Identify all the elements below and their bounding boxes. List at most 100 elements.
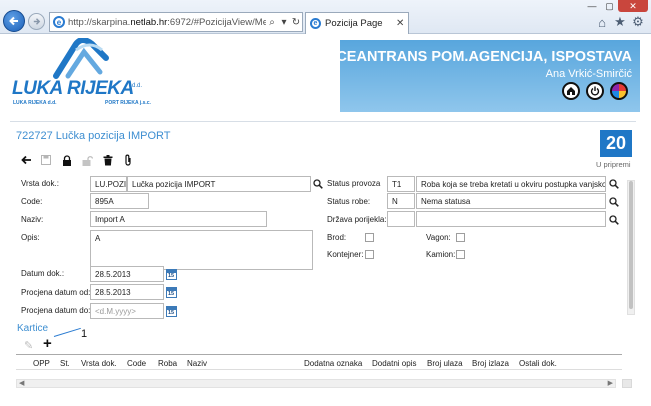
procjena-od-calendar-icon[interactable]: 15 <box>166 287 177 298</box>
status-provoza-value-field[interactable]: Roba koja se treba kretati u okviru post… <box>416 176 606 192</box>
column-header-dodatni-opis[interactable]: Dodatni opis <box>372 359 416 368</box>
naziv-label: Naziv: <box>21 215 44 224</box>
browser-back-button[interactable] <box>3 10 25 32</box>
procjena-do-field[interactable]: <d.M.yyyy> <box>90 303 164 319</box>
scrollbar-corner <box>622 379 632 388</box>
status-provoza-search-icon[interactable] <box>609 179 619 189</box>
kamion-label: Kamion: <box>426 250 456 259</box>
column-header-broj-izlaza[interactable]: Broj izlaza <box>472 359 509 368</box>
datum-dok-label: Datum dok.: <box>21 269 65 278</box>
page-title: 722727 Lučka pozicija IMPORT <box>16 130 171 142</box>
tab-close-icon[interactable]: ✕ <box>396 18 408 29</box>
search-icon[interactable]: ⌕ <box>266 17 278 28</box>
kontejner-checkbox[interactable] <box>365 250 374 259</box>
unlock-icon[interactable] <box>81 154 93 166</box>
logo-text-rijeka: RIJEKA <box>67 78 134 99</box>
logo-subtitle-right: PORT RIJEKA j.s.c. <box>105 100 151 106</box>
save-icon[interactable] <box>40 154 52 166</box>
forward-arrow-icon <box>33 18 41 25</box>
vagon-label: Vagon: <box>426 233 451 242</box>
add-plus-icon[interactable]: + <box>43 335 52 352</box>
ie-page-icon: e <box>53 16 65 28</box>
status-label: U pripremi <box>596 160 631 169</box>
kamion-checkbox[interactable] <box>456 250 465 259</box>
status-robe-search-icon[interactable] <box>609 197 619 207</box>
grid-horizontal-scrollbar[interactable]: ◀ ▶ <box>16 379 616 388</box>
window-minimize-button[interactable]: — <box>583 0 601 12</box>
opis-label: Opis: <box>21 233 40 242</box>
status-provoza-code-field[interactable]: T1 <box>387 176 415 192</box>
drzava-value-field[interactable] <box>416 211 606 227</box>
vrsta-dok-code-field[interactable]: LU.POZI <box>90 176 127 192</box>
column-header-dodatna-oznaka[interactable]: Dodatna oznaka <box>304 359 362 368</box>
kartice-grid-header: OPP St. Vrsta dok. Code Roba Naziv Dodat… <box>16 354 622 370</box>
status-robe-value-field[interactable]: Nema statusa <box>416 193 606 209</box>
drzava-code-field[interactable] <box>387 211 415 227</box>
back-arrow-icon[interactable] <box>20 154 32 166</box>
vrsta-dok-name-field[interactable]: Lučka pozicija IMPORT <box>127 176 311 192</box>
user-name[interactable]: Ana Vrkić-Smirčić <box>546 68 632 80</box>
column-header-vrsta-dok[interactable]: Vrsta dok. <box>81 359 117 368</box>
status-provoza-label: Status provoza <box>327 179 381 188</box>
window-maximize-button[interactable]: ▢ <box>601 0 618 12</box>
kontejner-label: Kontejner: <box>327 250 364 259</box>
column-header-naziv[interactable]: Naziv <box>187 359 207 368</box>
naziv-field[interactable]: Import A <box>90 211 267 227</box>
browser-home-icon[interactable]: ⌂ <box>595 15 609 30</box>
datum-dok-field[interactable]: 28.5.2013 <box>90 266 164 282</box>
drzava-label: Država porijekla: <box>327 215 387 224</box>
scrollbar-thumb[interactable] <box>629 181 633 309</box>
procjena-od-field[interactable]: 28.5.2013 <box>90 284 164 300</box>
drzava-search-icon[interactable] <box>609 215 619 225</box>
callout-number: 1 <box>81 328 88 340</box>
column-header-ostali-dok[interactable]: Ostali dok. <box>519 359 557 368</box>
browser-forward-button[interactable] <box>28 13 45 30</box>
status-robe-code-field[interactable]: N <box>387 193 415 209</box>
refresh-icon[interactable]: ↻ <box>290 17 302 28</box>
tab-title: Pozicija Page <box>325 18 383 29</box>
logo-text-luka: LUKA <box>12 78 63 99</box>
code-field[interactable]: 895A <box>90 193 149 209</box>
browser-tab[interactable]: e Pozicija Page ✕ <box>305 12 409 34</box>
home-button[interactable] <box>562 82 580 100</box>
opis-textarea[interactable]: A <box>90 230 313 270</box>
logout-button[interactable] <box>586 82 604 100</box>
agency-name: OCEANTRANS POM.AGENCIJA, ISPOSTAVA <box>325 49 632 65</box>
logo-subtitle-left: LUKA RIJEKA d.d. <box>13 100 57 106</box>
scroll-left-arrow-icon[interactable]: ◀ <box>19 379 24 387</box>
tab-ie-icon: e <box>310 18 321 29</box>
callout-line <box>53 327 81 337</box>
settings-gear-icon[interactable]: ⚙ <box>631 14 645 29</box>
column-header-code[interactable]: Code <box>127 359 146 368</box>
scroll-right-arrow-icon[interactable]: ▶ <box>608 379 613 387</box>
address-url[interactable]: http://skarpina.netlab.hr:6972/#Pozicija… <box>68 17 266 28</box>
address-bar[interactable]: e http://skarpina.netlab.hr:6972/#Pozici… <box>49 12 303 32</box>
column-header-st[interactable]: St. <box>60 359 70 368</box>
datum-dok-calendar-icon[interactable]: 15 <box>166 269 177 280</box>
luka-rijeka-logo: LUKA RIJEKA d.d. LUKA RIJEKA d.d. PORT R… <box>10 38 160 114</box>
procjena-do-calendar-icon[interactable]: 15 <box>166 306 177 317</box>
column-header-broj-ulaza[interactable]: Broj ulaza <box>427 359 463 368</box>
language-button[interactable] <box>610 82 628 100</box>
procjena-od-label: Procjena datum od: <box>21 288 91 297</box>
brod-checkbox[interactable] <box>365 233 374 242</box>
brod-label: Brod: <box>327 233 347 242</box>
column-header-roba[interactable]: Roba <box>158 359 177 368</box>
window-close-button[interactable]: ✕ <box>618 0 648 12</box>
vagon-checkbox[interactable] <box>456 233 465 242</box>
attachment-icon[interactable] <box>122 154 134 166</box>
home-icon <box>567 87 575 95</box>
dropdown-arrow-icon[interactable]: ▾ <box>278 17 290 28</box>
lock-icon[interactable] <box>61 154 73 166</box>
vrsta-dok-search-icon[interactable] <box>313 179 323 189</box>
browser-chrome: e http://skarpina.netlab.hr:6972/#Pozici… <box>0 0 651 34</box>
edit-pencil-icon[interactable]: ✎ <box>24 339 33 352</box>
form-vertical-scrollbar[interactable] <box>627 180 635 315</box>
logo-emblem-icon <box>53 38 109 79</box>
kartice-section-title: Kartice <box>17 323 49 334</box>
column-header-opp[interactable]: OPP <box>33 359 50 368</box>
logo-text-dd: d.d. <box>132 83 143 89</box>
trash-icon[interactable] <box>102 154 114 166</box>
procjena-do-label: Procjena datum do: <box>21 306 91 315</box>
favorites-star-icon[interactable]: ★ <box>613 14 627 29</box>
